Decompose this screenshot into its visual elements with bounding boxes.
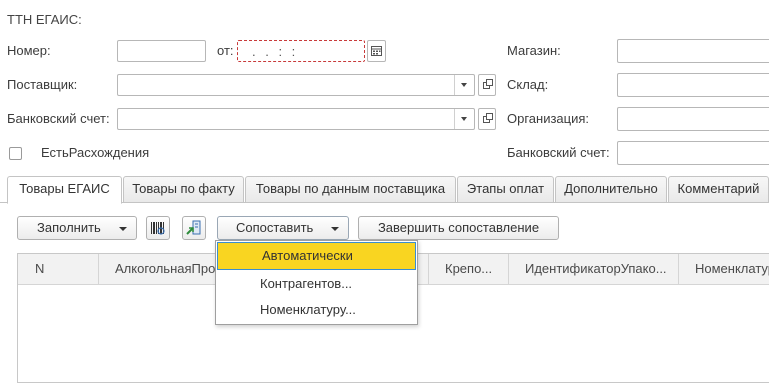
menu-item-counterparties[interactable]: Контрагентов...: [216, 271, 417, 297]
organization-label: Организация:: [507, 111, 590, 126]
form-title: ТТН ЕГАИС:: [7, 12, 82, 27]
bank-account-open-button[interactable]: [478, 108, 496, 130]
open-icon: [486, 79, 493, 86]
chevron-down-icon: [331, 227, 339, 231]
supplier-open-button[interactable]: [478, 74, 496, 96]
org-bank-account-field[interactable]: [617, 141, 769, 165]
tab-egais-goods[interactable]: Товары ЕГАИС: [7, 176, 122, 204]
tab-comment[interactable]: Комментарий: [668, 176, 769, 203]
tab-additional[interactable]: Дополнительно: [555, 176, 667, 203]
match-dropdown-menu: Автоматически Контрагентов... Номенклату…: [215, 240, 418, 325]
fill-button[interactable]: Заполнить: [17, 216, 137, 240]
discrepancies-label: ЕстьРасхождения: [41, 145, 150, 160]
column-header-strength[interactable]: Крепо...: [445, 254, 492, 284]
calendar-button[interactable]: [367, 40, 386, 62]
organization-field[interactable]: [617, 107, 769, 131]
bank-account-dropdown-button[interactable]: [454, 109, 474, 129]
tab-supplier-goods[interactable]: Товары по данным поставщика: [245, 176, 456, 203]
import-button[interactable]: [182, 216, 206, 240]
date-from-label: от:: [217, 43, 234, 58]
supplier-field[interactable]: [117, 74, 475, 96]
store-field[interactable]: [617, 39, 769, 63]
finish-match-button[interactable]: Завершить сопоставление: [358, 216, 559, 240]
supplier-label: Поставщик:: [7, 77, 78, 92]
column-header-package-id[interactable]: ИдентификаторУпако...: [525, 254, 667, 284]
store-label: Магазин:: [507, 43, 561, 58]
menu-item-automatic[interactable]: Автоматически: [217, 242, 416, 270]
warehouse-label: Склад:: [507, 77, 549, 92]
open-icon: [486, 113, 493, 120]
import-icon: [186, 220, 201, 235]
tab-actual-goods[interactable]: Товары по факту: [123, 176, 244, 203]
bank-account-label: Банковский счет:: [7, 111, 110, 126]
number-label: Номер:: [7, 43, 51, 58]
column-header-n[interactable]: N: [35, 254, 44, 284]
menu-item-nomenclature[interactable]: Номенклатуру...: [216, 297, 417, 323]
barcode-button[interactable]: [146, 216, 170, 240]
warehouse-field[interactable]: [617, 73, 769, 97]
date-field[interactable]: . . : :: [237, 40, 365, 62]
column-header-alcohol[interactable]: АлкогольнаяПро: [115, 254, 215, 284]
number-field[interactable]: [117, 40, 206, 62]
bank-account-field[interactable]: [117, 108, 475, 130]
supplier-dropdown-button[interactable]: [454, 75, 474, 95]
discrepancies-checkbox[interactable]: [9, 147, 22, 160]
match-button[interactable]: Сопоставить: [217, 216, 349, 240]
calendar-icon: [371, 46, 382, 56]
chevron-down-icon: [119, 227, 127, 231]
org-bank-account-label: Банковский счет:: [507, 145, 610, 160]
tab-payment-stages[interactable]: Этапы оплат: [457, 176, 554, 203]
column-header-nomenclature[interactable]: Номенклатура: [695, 254, 769, 284]
barcode-icon: [151, 222, 165, 235]
